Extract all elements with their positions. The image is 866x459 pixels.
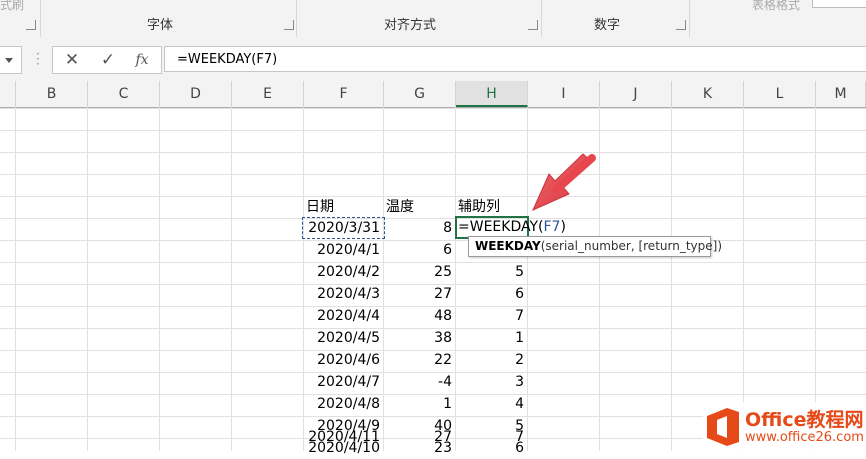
aux-cell[interactable]: 6 bbox=[455, 284, 527, 305]
date-cell[interactable]: 2020/4/5 bbox=[303, 328, 383, 349]
temp-cell[interactable]: 1 bbox=[383, 394, 455, 415]
alignment-dialog-launcher-icon[interactable] bbox=[528, 20, 538, 30]
temp-cell[interactable]: 22 bbox=[383, 350, 455, 371]
date-cell[interactable]: 2020/4/6 bbox=[303, 350, 383, 371]
formula-input[interactable]: =WEEKDAY(F7) bbox=[164, 46, 866, 72]
worksheet-grid[interactable]: 日期 温度 辅助列 2020/3/31 8 2020/4/1 6 2020/4/… bbox=[0, 107, 866, 456]
column-header-l[interactable]: L bbox=[744, 81, 816, 107]
ribbon-group-alignment: 对齐方式 bbox=[384, 18, 437, 33]
aux-cell[interactable]: 3 bbox=[455, 372, 527, 393]
formula-bar: · · · ✕ ✓ fx =WEEKDAY(F7) bbox=[0, 37, 866, 82]
editing-cell-text[interactable]: =WEEKDAY(F7) bbox=[455, 217, 585, 238]
watermark-brand: Office教程网 bbox=[745, 409, 864, 431]
temp-cell[interactable]: -4 bbox=[383, 372, 455, 393]
formula-buttons: ✕ ✓ fx bbox=[52, 46, 162, 74]
date-cell[interactable]: 2020/4/1 bbox=[303, 240, 383, 261]
ribbon-divider bbox=[689, 0, 690, 37]
header-temp[interactable]: 温度 bbox=[383, 197, 455, 218]
watermark-url: www.office26.com bbox=[745, 430, 864, 445]
ribbon-divider bbox=[541, 0, 542, 37]
editing-func: =WEEKDAY( bbox=[458, 219, 544, 235]
watermark: Office教程网 www.office26.com bbox=[703, 402, 866, 451]
ribbon-faint-right: 表格格式 bbox=[752, 0, 801, 12]
column-header-m[interactable]: M bbox=[816, 81, 866, 107]
column-header-d[interactable]: D bbox=[160, 81, 232, 107]
aux-cell[interactable]: 2 bbox=[455, 350, 527, 371]
temp-cell[interactable]: 38 bbox=[383, 328, 455, 349]
name-box[interactable] bbox=[0, 46, 22, 74]
select-all-corner[interactable] bbox=[0, 81, 16, 107]
tooltip-args: (serial_number, [return_type]) bbox=[540, 239, 722, 253]
temp-cell[interactable]: 48 bbox=[383, 306, 455, 327]
date-cell[interactable]: 2020/4/7 bbox=[303, 372, 383, 393]
chevron-down-icon[interactable] bbox=[5, 58, 13, 63]
column-header-c[interactable]: C bbox=[88, 81, 160, 107]
column-header-k[interactable]: K bbox=[672, 81, 744, 107]
aux-cell[interactable]: 7 bbox=[455, 306, 527, 327]
header-aux[interactable]: 辅助列 bbox=[455, 197, 527, 218]
date-cell[interactable]: 2020/4/11 bbox=[303, 427, 383, 448]
editing-close: ) bbox=[560, 219, 566, 235]
function-tooltip[interactable]: WEEKDAY(serial_number, [return_type]) bbox=[468, 236, 722, 257]
more-icon: · · · bbox=[36, 47, 40, 71]
temp-cell[interactable]: 6 bbox=[383, 240, 455, 261]
temp-cell[interactable]: 27 bbox=[383, 427, 455, 448]
ribbon-faint-left: 式刷 bbox=[0, 0, 25, 12]
aux-cell[interactable]: 7 bbox=[455, 427, 527, 448]
font-dialog-launcher-icon[interactable] bbox=[284, 20, 294, 30]
date-cell[interactable]: 2020/4/8 bbox=[303, 394, 383, 415]
ribbon-divider bbox=[296, 0, 297, 37]
column-header-b[interactable]: B bbox=[16, 81, 88, 107]
insert-function-icon[interactable]: fx bbox=[125, 47, 159, 73]
column-header-j[interactable]: J bbox=[600, 81, 672, 107]
date-cell[interactable]: 2020/4/2 bbox=[303, 262, 383, 283]
style-box[interactable] bbox=[812, 0, 866, 8]
referenced-cell-highlight bbox=[302, 217, 385, 239]
ribbon-group-font: 字体 bbox=[147, 18, 174, 33]
editing-ref: F7 bbox=[543, 219, 561, 235]
ribbon: 式刷 字体 对齐方式 数字 表格格式 bbox=[0, 0, 866, 38]
column-header-bar: B C D E F G H I J K L M bbox=[0, 81, 866, 108]
ribbon-divider bbox=[40, 0, 41, 37]
tooltip-func[interactable]: WEEKDAY bbox=[475, 239, 541, 253]
temp-cell[interactable]: 25 bbox=[383, 262, 455, 283]
column-header-g[interactable]: G bbox=[384, 81, 456, 107]
number-dialog-launcher-icon[interactable] bbox=[676, 20, 686, 30]
date-cell[interactable]: 2020/4/3 bbox=[303, 284, 383, 305]
date-cell[interactable]: 2020/4/4 bbox=[303, 306, 383, 327]
dialog-launcher-icon[interactable] bbox=[26, 20, 36, 30]
column-header-f[interactable]: F bbox=[304, 81, 384, 107]
ribbon-group-number: 数字 bbox=[594, 18, 621, 33]
aux-cell[interactable]: 5 bbox=[455, 262, 527, 283]
header-date[interactable]: 日期 bbox=[303, 197, 383, 218]
office-logo-icon bbox=[707, 408, 739, 446]
column-header-h[interactable]: H bbox=[456, 81, 528, 107]
aux-cell[interactable]: 1 bbox=[455, 328, 527, 349]
temp-cell[interactable]: 27 bbox=[383, 284, 455, 305]
cancel-icon[interactable]: ✕ bbox=[55, 47, 89, 73]
enter-icon[interactable]: ✓ bbox=[91, 47, 125, 73]
column-header-e[interactable]: E bbox=[232, 81, 304, 107]
column-header-i[interactable]: I bbox=[528, 81, 600, 107]
temp-cell[interactable]: 8 bbox=[383, 218, 455, 239]
aux-cell[interactable]: 4 bbox=[455, 394, 527, 415]
